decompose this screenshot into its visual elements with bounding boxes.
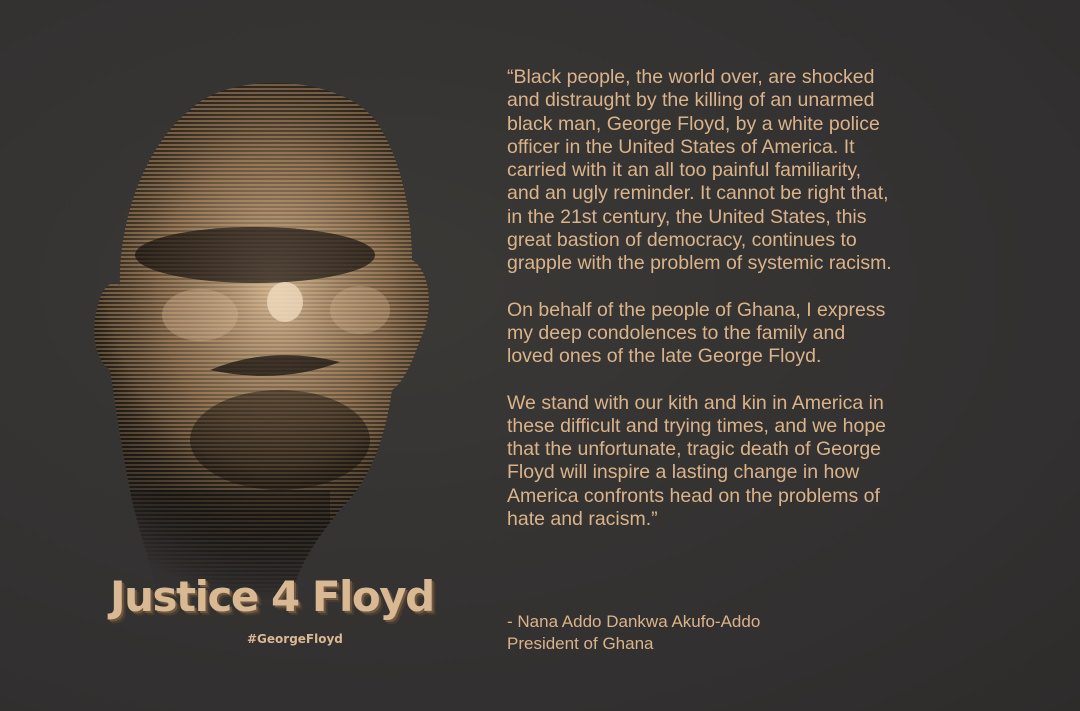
attribution-title: President of Ghana: [507, 634, 654, 653]
attribution: - Nana Addo Dankwa Akufo-Addo President …: [507, 611, 760, 655]
quote-paragraph: We stand with our kith and kin in Americ…: [507, 391, 887, 531]
poster: Justice 4 Floyd #GeorgeFloyd “Black peop…: [0, 0, 1080, 711]
quote-block: “Black people, the world over, are shock…: [507, 66, 1027, 554]
attribution-name: - Nana Addo Dankwa Akufo-Addo: [507, 612, 761, 631]
portrait-illustration: [40, 40, 510, 600]
hashtag: #GeorgeFloyd: [247, 632, 343, 646]
headline: Justice 4 Floyd: [110, 572, 435, 621]
quote-paragraph: On behalf of the people of Ghana, I expr…: [507, 298, 886, 368]
quote-paragraph: “Black people, the world over, are shock…: [507, 66, 892, 275]
